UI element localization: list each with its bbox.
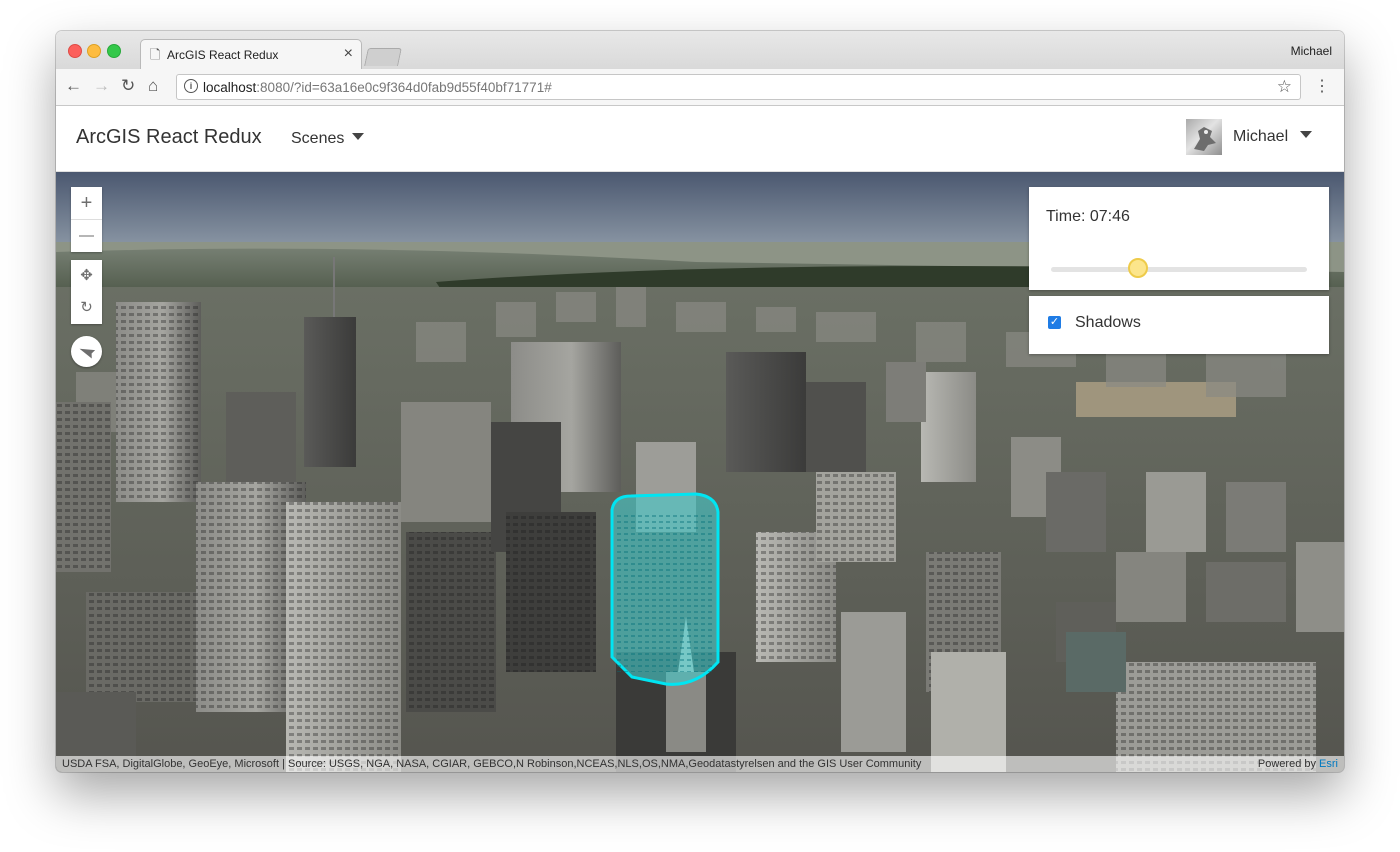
maximize-window-button[interactable]	[107, 44, 121, 58]
time-label: Time: 07:46	[1046, 208, 1130, 225]
shadows-checkbox[interactable]: ✓	[1048, 316, 1061, 329]
minimize-window-button[interactable]	[87, 44, 101, 58]
home-icon[interactable]: ⌂	[148, 77, 158, 95]
shadows-label[interactable]: Shadows	[1075, 314, 1141, 332]
attribution-bar: USDA FSA, DigitalGlobe, GeoEye, Microsof…	[56, 756, 1344, 772]
forward-icon[interactable]: →	[93, 77, 110, 95]
document-icon: 🗋	[150, 47, 161, 62]
time-slider-thumb[interactable]	[1128, 258, 1149, 278]
scenes-label: Scenes	[291, 130, 345, 147]
time-panel: Time: 07:46	[1029, 187, 1329, 290]
reload-icon[interactable]: ↻	[121, 77, 135, 95]
rotate-icon[interactable]: ↻	[71, 292, 102, 324]
user-menu[interactable]: Michael	[1233, 128, 1313, 146]
new-tab-button[interactable]	[364, 48, 402, 66]
tab-close-icon[interactable]: ×	[344, 46, 353, 62]
bookmark-star-icon[interactable]: ☆	[1277, 77, 1292, 97]
url-text[interactable]: localhost:8080/?id=63a16e0c9f364d0fab9d5…	[203, 80, 552, 95]
browser-window: 🗋 ArcGIS React Redux × Michael ← → ↻ ⌂ i…	[56, 31, 1344, 772]
address-bar[interactable]: i localhost:8080/?id=63a16e0c9f364d0fab9…	[176, 74, 1301, 100]
chevron-down-icon	[1300, 131, 1313, 138]
pan-icon[interactable]: ✥	[71, 260, 102, 292]
browser-toolbar: ← → ↻ ⌂ i localhost:8080/?id=63a16e0c9f3…	[56, 69, 1344, 106]
back-icon[interactable]: ←	[65, 77, 82, 95]
highlighted-building	[610, 492, 720, 686]
compass-icon[interactable]	[71, 336, 102, 367]
powered-by: Powered by Esri	[1258, 756, 1338, 772]
attribution-sources[interactable]: USDA FSA, DigitalGlobe, GeoEye, Microsof…	[62, 756, 921, 772]
esri-link[interactable]: Esri	[1319, 758, 1338, 770]
browser-tab-bar: 🗋 ArcGIS React Redux × Michael	[56, 31, 1344, 69]
close-window-button[interactable]	[68, 44, 82, 58]
zoom-control: + —	[71, 187, 102, 252]
scene-view[interactable]: + — ✥ ↻ Time: 07:46 ✓ Shadows USDA FSA, …	[56, 172, 1344, 772]
browser-tab[interactable]: 🗋 ArcGIS React Redux ×	[140, 39, 362, 69]
app-title[interactable]: ArcGIS React Redux	[76, 126, 262, 149]
url-path: :8080/?id=63a16e0c9f364d0fab9d55f40bf717…	[256, 80, 552, 95]
zoom-in-button[interactable]: +	[71, 187, 102, 219]
time-slider[interactable]	[1051, 258, 1307, 278]
navigation-toggle: ✥ ↻	[71, 260, 102, 324]
chevron-down-icon	[352, 133, 365, 140]
profile-name[interactable]: Michael	[1291, 44, 1332, 58]
site-info-icon[interactable]: i	[184, 79, 198, 93]
zoom-out-button[interactable]: —	[71, 220, 102, 252]
powered-by-label: Powered by	[1257, 758, 1316, 770]
avatar[interactable]	[1186, 119, 1222, 155]
app-header: ArcGIS React Redux Scenes Michael	[56, 106, 1344, 172]
shadows-panel: ✓ Shadows	[1029, 296, 1329, 354]
url-host: localhost	[203, 80, 257, 95]
scenes-dropdown[interactable]: Scenes	[291, 130, 365, 148]
user-name: Michael	[1233, 128, 1289, 145]
browser-menu-icon[interactable]: ⋮	[1314, 76, 1330, 96]
tab-title: ArcGIS React Redux	[167, 48, 279, 62]
